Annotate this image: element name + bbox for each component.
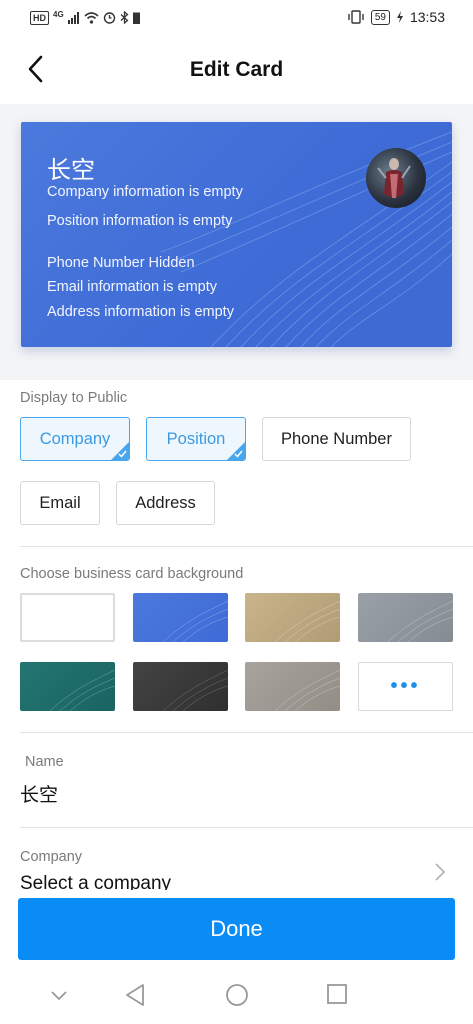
swatch-white[interactable]: [20, 593, 115, 642]
chevron-right-icon: [435, 863, 446, 881]
divider: [20, 827, 473, 828]
background-label: Choose business card background: [20, 566, 244, 582]
swatch-blue[interactable]: [133, 593, 228, 642]
hd-badge: HD: [30, 10, 49, 25]
vibrate-icon: [348, 10, 364, 24]
name-label: Name: [25, 754, 64, 770]
bluetooth-icon: [120, 11, 129, 24]
swatch-wave-pattern: [387, 600, 453, 642]
status-bar: HD 4G 59 13:53: [0, 0, 473, 36]
swatch-gold[interactable]: [245, 593, 340, 642]
page-title: Edit Card: [189, 58, 284, 81]
chip-phone-number[interactable]: Phone Number: [262, 417, 411, 461]
divider: [20, 732, 473, 733]
card-name: 长空: [47, 156, 95, 184]
business-card-preview: 长空 Company information is empty Position…: [21, 122, 452, 347]
status-icons-left: HD 4G: [30, 10, 140, 25]
chevron-down-icon[interactable]: [50, 990, 68, 1002]
company-label: Company: [20, 849, 83, 865]
nav-home-icon[interactable]: [225, 983, 249, 1007]
swatch-wave-pattern: [162, 600, 228, 642]
swatch-wave-pattern: [162, 669, 228, 711]
divider: [20, 546, 473, 547]
chip-company-label: Company: [39, 429, 111, 448]
swatch-dark[interactable]: [133, 662, 228, 711]
nav-recents-icon[interactable]: [326, 983, 348, 1005]
alarm-icon: [103, 12, 115, 24]
card-preview-area: 长空 Company information is empty Position…: [0, 104, 473, 380]
more-backgrounds-button[interactable]: •••: [358, 662, 453, 711]
avatar: [366, 148, 426, 208]
more-dots-icon: •••: [390, 675, 421, 697]
swatch-wave-pattern: [49, 669, 115, 711]
swatch-wave-pattern: [274, 600, 340, 642]
chip-company[interactable]: Company: [20, 417, 130, 461]
network-label: 4G: [53, 10, 64, 19]
swatch-wave-pattern: [274, 669, 340, 711]
signal-icon: [67, 11, 79, 24]
charging-icon: [396, 11, 403, 23]
system-nav-bar: [0, 968, 473, 1024]
card-email: Email information is empty: [47, 279, 218, 295]
status-icons-right: 59 13:53: [347, 9, 445, 25]
chip-position[interactable]: Position: [146, 417, 246, 461]
chip-address-label: Address: [135, 493, 196, 512]
card-position: Position information is empty: [47, 213, 233, 229]
company-select[interactable]: Select a company: [20, 873, 171, 890]
clock: 13:53: [409, 9, 445, 25]
chip-position-label: Position: [166, 429, 226, 448]
card-company: Company information is empty: [47, 184, 243, 200]
card-address: Address information is empty: [47, 304, 234, 320]
check-icon: [227, 442, 245, 460]
chip-phone-number-label: Phone Number: [281, 429, 392, 448]
chip-address[interactable]: Address: [116, 481, 215, 525]
swatch-teal[interactable]: [20, 662, 115, 711]
check-icon: [111, 442, 129, 460]
swatch-gray[interactable]: [358, 593, 453, 642]
done-button[interactable]: Done: [18, 898, 455, 960]
card-phone: Phone Number Hidden: [47, 255, 195, 271]
chip-email[interactable]: Email: [20, 481, 100, 525]
swatch-warm-gray[interactable]: [245, 662, 340, 711]
battery-saver-icon: [132, 12, 140, 24]
wifi-icon: [84, 11, 99, 24]
name-field[interactable]: 长空: [20, 780, 58, 807]
chip-email-label: Email: [39, 493, 81, 512]
app-header: Edit Card: [0, 36, 473, 104]
avatar-figure: [377, 158, 411, 198]
nav-back-icon[interactable]: [124, 983, 146, 1007]
battery-level: 59: [370, 9, 390, 25]
display-public-label: Display to Public: [20, 390, 128, 406]
